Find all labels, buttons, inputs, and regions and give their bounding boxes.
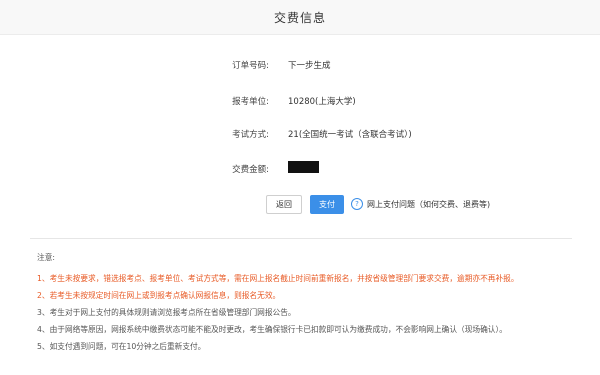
fee-amount-row: 交费金额: — [0, 161, 600, 177]
question-circle-icon: ? — [351, 198, 363, 210]
order-number-row: 订单号码: 下一步生成 — [0, 57, 600, 73]
exam-mode-value: 21(全国统一考试（含联合考试）) — [288, 130, 412, 140]
order-number-value: 下一步生成 — [288, 61, 331, 71]
note-item: 2、若考生未按规定时间在网上或到报考点确认网报信息，则报名无效。 — [37, 291, 281, 300]
payment-help-link[interactable]: ? 网上支付问题（如何交费、退费等) — [351, 198, 490, 210]
pay-button[interactable]: 支付 — [310, 195, 344, 214]
institution-value: 10280(上海大学) — [288, 97, 356, 107]
note-item: 3、考生对于网上支付的具体规则请浏览报考点所在省级管理部门网报公告。 — [37, 308, 296, 317]
note-item: 1、考生未按要求，错选报考点、报考单位、考试方式等，需在网上报名截止时间前重新报… — [37, 274, 519, 283]
divider — [30, 238, 572, 239]
institution-label: 报考单位: — [232, 97, 269, 107]
note-item: 4、由于网络等原因，网报系统中缴费状态可能不能及时更改，考生确保银行卡已扣款即可… — [37, 325, 507, 334]
notes-section: 注意: 1、考生未按要求，错选报考点、报考单位、考试方式等，需在网上报名截止时间… — [37, 252, 587, 355]
exam-mode-row: 考试方式: 21(全国统一考试（含联合考试）) — [0, 126, 600, 142]
order-number-label: 订单号码: — [232, 61, 269, 71]
note-item: 5、如支付遇到问题，可在10分钟之后重新支付。 — [37, 342, 206, 351]
institution-row: 报考单位: 10280(上海大学) — [0, 93, 600, 109]
exam-mode-label: 考试方式: — [232, 130, 269, 140]
payment-help-text: 网上支付问题（如何交费、退费等) — [367, 199, 491, 209]
page-title: 交费信息 — [273, 10, 326, 25]
notes-title: 注意: — [37, 253, 55, 262]
back-button[interactable]: 返回 — [266, 195, 302, 214]
page-header: 交费信息 — [0, 0, 600, 35]
fee-amount-label: 交费金额: — [232, 165, 269, 175]
fee-amount-redacted — [288, 161, 319, 173]
